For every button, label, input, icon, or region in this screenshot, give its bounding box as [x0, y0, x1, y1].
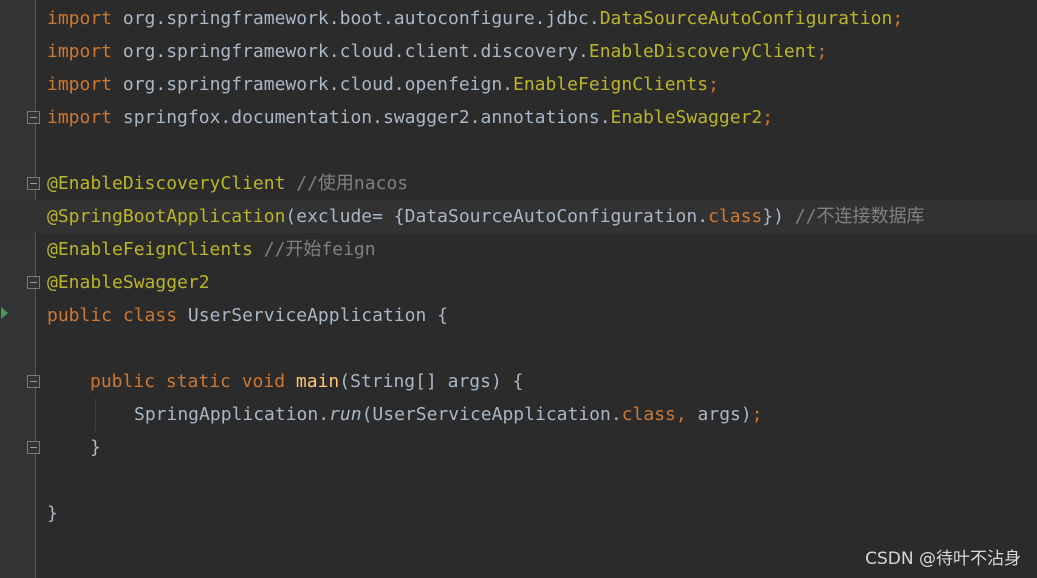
- code-token: (exclude= {DataSourceAutoConfiguration.: [285, 206, 709, 227]
- code-line-8: @EnableFeignClients //开始feign: [0, 233, 1037, 266]
- code-line-4: import springfox.documentation.swagger2.…: [0, 101, 1037, 134]
- code-token: }: [47, 503, 58, 524]
- code-token: args): [697, 404, 752, 425]
- code-token: @EnableFeignClients: [47, 239, 253, 260]
- code-line-2: import org.springframework.cloud.client.…: [0, 35, 1037, 68]
- code-line-16: }: [0, 497, 1037, 530]
- code-token: }): [762, 206, 795, 227]
- code-token: ;: [762, 107, 774, 128]
- code-line-10: public class UserServiceApplication {: [0, 299, 1037, 332]
- code-token: import: [47, 8, 113, 29]
- code-token: DataSourceAutoConfiguration: [599, 8, 893, 29]
- code-editor[interactable]: import org.springframework.boot.autoconf…: [0, 0, 1037, 578]
- code-token: //使用nacos: [285, 173, 409, 194]
- code-token: run: [329, 404, 362, 425]
- code-token: public static void: [90, 371, 296, 392]
- code-token: ;: [708, 74, 719, 95]
- code-line-13: SpringApplication.run(UserServiceApplica…: [0, 398, 1037, 431]
- code-token: class,: [621, 404, 698, 425]
- code-token: ;: [816, 41, 828, 62]
- code-token: @SpringBootApplication: [47, 206, 286, 227]
- code-token: @EnableSwagger2: [47, 272, 210, 293]
- code-line-9: @EnableSwagger2: [0, 266, 1037, 299]
- watermark: CSDN @待叶不沾身: [865, 549, 1021, 569]
- code-token: (UserServiceApplication.: [361, 404, 622, 425]
- code-token: //不连接数据库: [794, 206, 925, 227]
- code-token: import: [47, 41, 113, 62]
- code-area[interactable]: import org.springframework.boot.autoconf…: [0, 0, 1037, 578]
- code-token: (String[] args) {: [339, 371, 524, 392]
- code-token: SpringApplication.: [134, 404, 330, 425]
- code-token: //开始feign: [252, 239, 376, 260]
- code-token: springfox.documentation.swagger2.annotat…: [112, 107, 611, 128]
- code-token: UserServiceApplication {: [187, 305, 448, 326]
- code-token: ;: [892, 8, 904, 29]
- code-token: @EnableDiscoveryClient: [47, 173, 286, 194]
- code-token: EnableSwagger2: [610, 107, 763, 128]
- code-line-12: public static void main(String[] args) {: [0, 365, 1037, 398]
- code-token: class: [708, 206, 763, 227]
- code-token: org.springframework.boot.autoconfigure.j…: [112, 8, 600, 29]
- code-token: ;: [751, 404, 763, 425]
- code-line-1: import org.springframework.boot.autoconf…: [0, 2, 1037, 35]
- code-token: main: [295, 371, 340, 392]
- code-line-6: @EnableDiscoveryClient //使用nacos: [0, 167, 1037, 200]
- code-line-7-current: @SpringBootApplication(exclude= {DataSou…: [0, 200, 1037, 233]
- code-token: org.springframework.cloud.client.discove…: [112, 41, 589, 62]
- code-token: }: [90, 437, 101, 458]
- code-token: EnableFeignClients: [513, 74, 709, 95]
- indent-guide: [95, 398, 96, 431]
- code-token: public class: [47, 305, 188, 326]
- code-line-3: import org.springframework.cloud.openfei…: [0, 68, 1037, 101]
- code-token: import: [47, 74, 113, 95]
- code-line-14: }: [0, 431, 1037, 464]
- code-token: EnableDiscoveryClient: [588, 41, 817, 62]
- code-token: org.springframework.cloud.openfeign.: [112, 74, 513, 95]
- code-token: import: [47, 107, 113, 128]
